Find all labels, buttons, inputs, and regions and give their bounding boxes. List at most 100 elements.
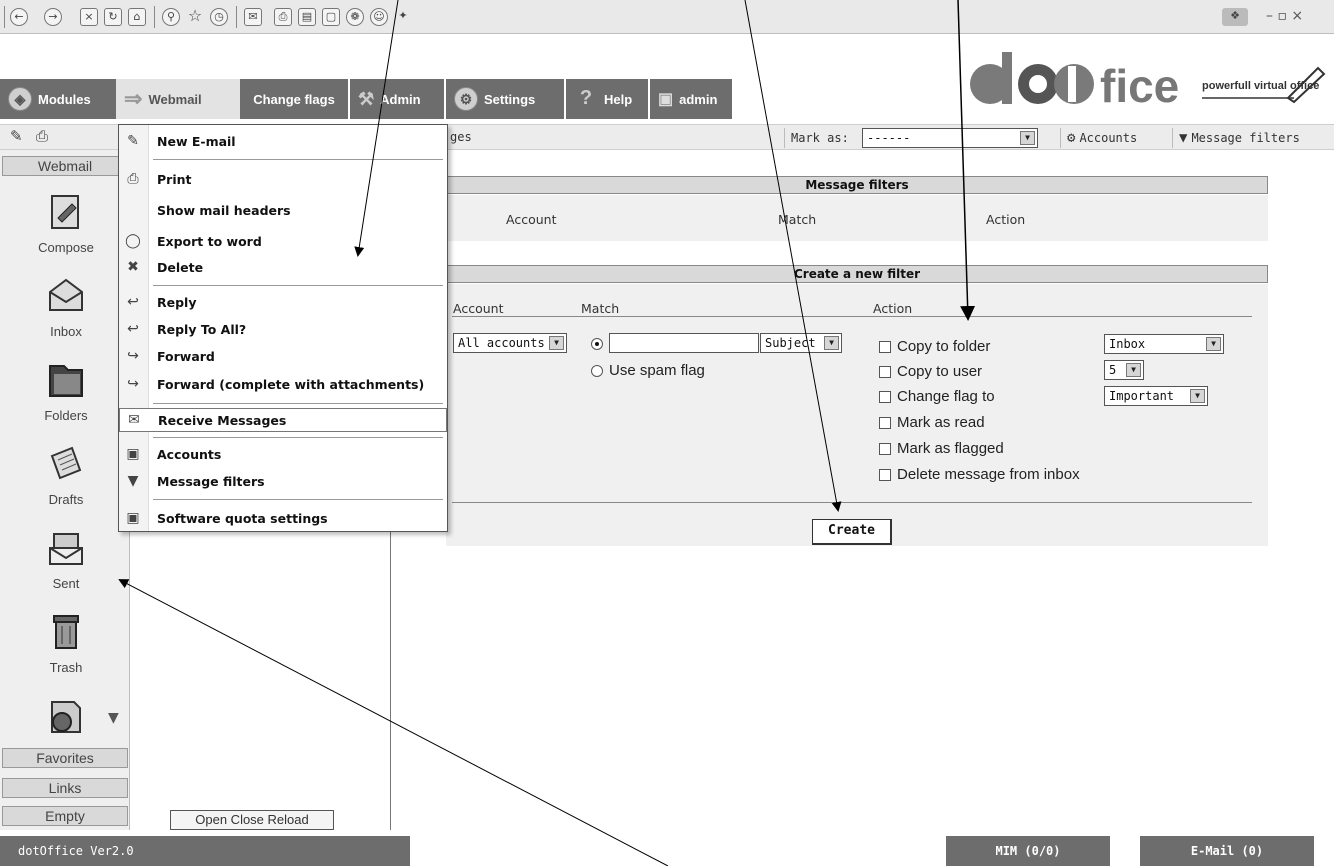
account-select[interactable]: All accounts ▼ [453, 333, 567, 353]
spam-flag-option[interactable]: Use spam flag [591, 362, 705, 379]
menu-item-print[interactable]: ⎙ Print [119, 167, 447, 191]
user-select[interactable]: 5 ▼ [1104, 360, 1144, 380]
tab-webmail[interactable]: ⇒ Webmail [116, 79, 240, 119]
action-mark-read[interactable]: Mark as read [879, 414, 985, 431]
match-text-input[interactable] [609, 333, 759, 353]
accounts-icon: ⚙ [1067, 130, 1076, 146]
nav-item-trash[interactable]: Trash [24, 610, 108, 675]
menu-item-delete[interactable]: ✖ Delete [119, 255, 447, 279]
nav-item-drafts[interactable]: Drafts [24, 442, 108, 507]
copy-to-user-checkbox[interactable] [879, 365, 891, 378]
menu-item-new-email[interactable]: ✎ New E-mail [119, 129, 447, 153]
menu-item-accounts[interactable]: ▣ Accounts [119, 442, 447, 466]
export-word-icon: ◯ [125, 233, 141, 249]
tab-admin[interactable]: ⚒ Admin [350, 79, 444, 119]
menu-item-message-filters[interactable]: ▼ Message filters [119, 469, 447, 493]
home-icon[interactable]: ⌂ [128, 8, 146, 26]
nav-item-sent[interactable]: Sent [24, 526, 108, 591]
tab-modules[interactable]: ◈ Modules [0, 79, 116, 119]
nav-label: Compose [38, 240, 94, 255]
print-icon[interactable]: ⎙ [274, 8, 292, 26]
stop-icon[interactable]: × [80, 8, 98, 26]
action-delete-from-inbox[interactable]: Delete message from inbox [879, 466, 1080, 483]
tab-change-flags[interactable]: Change flags [240, 79, 348, 119]
tab-settings[interactable]: ⚙ Settings [446, 79, 564, 119]
compose-small-icon[interactable]: ✎ [10, 127, 23, 145]
message-filters-button[interactable]: ▼ Message filters [1172, 128, 1300, 148]
toolbar-partial-label[interactable]: ges [450, 130, 472, 144]
nav-item-compose[interactable]: Compose [24, 190, 108, 255]
menu-item-export-word[interactable]: ◯ Export to word [119, 229, 447, 253]
copy-to-folder-checkbox[interactable] [879, 340, 891, 353]
menu-item-forward[interactable]: ↪ Forward [119, 344, 447, 368]
left-navigation: Webmail Compose Inbox Folders Drafts Sen… [0, 150, 130, 830]
action-change-flag[interactable]: Change flag to [879, 388, 995, 405]
menu-item-forward-attachments[interactable]: ↪ Forward (complete with attachments) [119, 372, 447, 396]
menu-item-reply[interactable]: ↩ Reply [119, 290, 447, 314]
favorites-icon[interactable]: ☆ [186, 8, 204, 26]
research-icon[interactable]: ❁ [346, 8, 364, 26]
nav-label: Inbox [50, 324, 82, 339]
print-small-icon[interactable]: ⎙ [36, 127, 48, 145]
nav-item-inbox[interactable]: Inbox [24, 274, 108, 339]
discuss-icon[interactable]: ▢ [322, 8, 340, 26]
folder-value: Inbox [1109, 337, 1146, 351]
menu-item-receive-messages[interactable]: ✉ Receive Messages [119, 408, 447, 432]
match-field-select[interactable]: Subject ▼ [760, 333, 842, 353]
accounts-button[interactable]: ⚙ Accounts [1060, 128, 1137, 148]
open-close-reload-button[interactable]: Open Close Reload [170, 810, 334, 830]
action-mark-flagged[interactable]: Mark as flagged [879, 440, 1004, 457]
search-icon[interactable]: ⚲ [162, 8, 180, 26]
menu-label: Export to word [157, 233, 262, 249]
nav-item-folders[interactable]: Folders [24, 358, 108, 423]
mim-status-button[interactable]: MIM (0/0) [946, 836, 1110, 866]
mark-read-checkbox[interactable] [879, 416, 891, 429]
nav-header-webmail[interactable]: Webmail [2, 156, 128, 176]
change-flag-checkbox[interactable] [879, 390, 891, 403]
nav-item-other[interactable] [24, 694, 108, 742]
chevron-down-icon: ▼ [1190, 389, 1205, 403]
spam-flag-radio[interactable] [591, 364, 603, 377]
forward-icon: ↪ [127, 348, 139, 364]
mark-as-select[interactable]: ------ ▼ [862, 128, 1038, 148]
forward-icon[interactable]: → [44, 8, 62, 26]
folder-select[interactable]: Inbox ▼ [1104, 334, 1224, 354]
delete-from-inbox-checkbox[interactable] [879, 468, 891, 481]
filters-label: Message filters [1191, 131, 1300, 145]
refresh-icon[interactable]: ↻ [104, 8, 122, 26]
match-field-value: Subject [765, 336, 816, 350]
create-button[interactable]: Create [812, 519, 892, 545]
mail-icon[interactable]: ✉ [244, 8, 262, 26]
match-text-radio[interactable] [591, 338, 603, 350]
compose-icon [51, 195, 79, 229]
menu-item-quota-settings[interactable]: ▣ Software quota settings [119, 506, 447, 530]
nav-tab-links[interactable]: Links [2, 778, 128, 798]
sent-icon [49, 533, 83, 565]
menu-item-show-headers[interactable]: Show mail headers [119, 198, 447, 222]
tab-label: Modules [38, 91, 91, 107]
action-copy-to-user[interactable]: Copy to user [879, 363, 982, 380]
folders-icon [49, 365, 83, 397]
filter-small-icon[interactable]: ▼ [108, 710, 119, 726]
menu-separator [153, 499, 443, 500]
action-copy-to-folder[interactable]: Copy to folder [879, 338, 990, 355]
mark-flagged-checkbox[interactable] [879, 442, 891, 455]
messenger-icon[interactable]: ☺ [370, 8, 388, 26]
nav-label: Sent [52, 576, 80, 591]
nav-tab-favorites[interactable]: Favorites [2, 748, 128, 768]
nav-tab-empty[interactable]: Empty [2, 806, 128, 826]
tab-user-admin[interactable]: ▣ admin [650, 79, 732, 119]
tab-help[interactable]: ? Help [566, 79, 648, 119]
window-controls[interactable]: – ▫ × [1266, 8, 1303, 24]
arrow-right-icon: ⇒ [124, 86, 143, 111]
trash-icon [53, 615, 79, 649]
menu-item-reply-all[interactable]: ↩ Reply To All? [119, 317, 447, 341]
column-divider [452, 316, 1252, 317]
tab-label: Change flags [253, 91, 335, 107]
back-icon[interactable]: ← [10, 8, 28, 26]
history-icon[interactable]: ◷ [210, 8, 228, 26]
flag-select[interactable]: Important ▼ [1104, 386, 1208, 406]
email-status-button[interactable]: E-Mail (0) [1140, 836, 1314, 866]
edit-icon[interactable]: ▤ [298, 8, 316, 26]
extra-icon[interactable]: ✦ [394, 8, 412, 26]
